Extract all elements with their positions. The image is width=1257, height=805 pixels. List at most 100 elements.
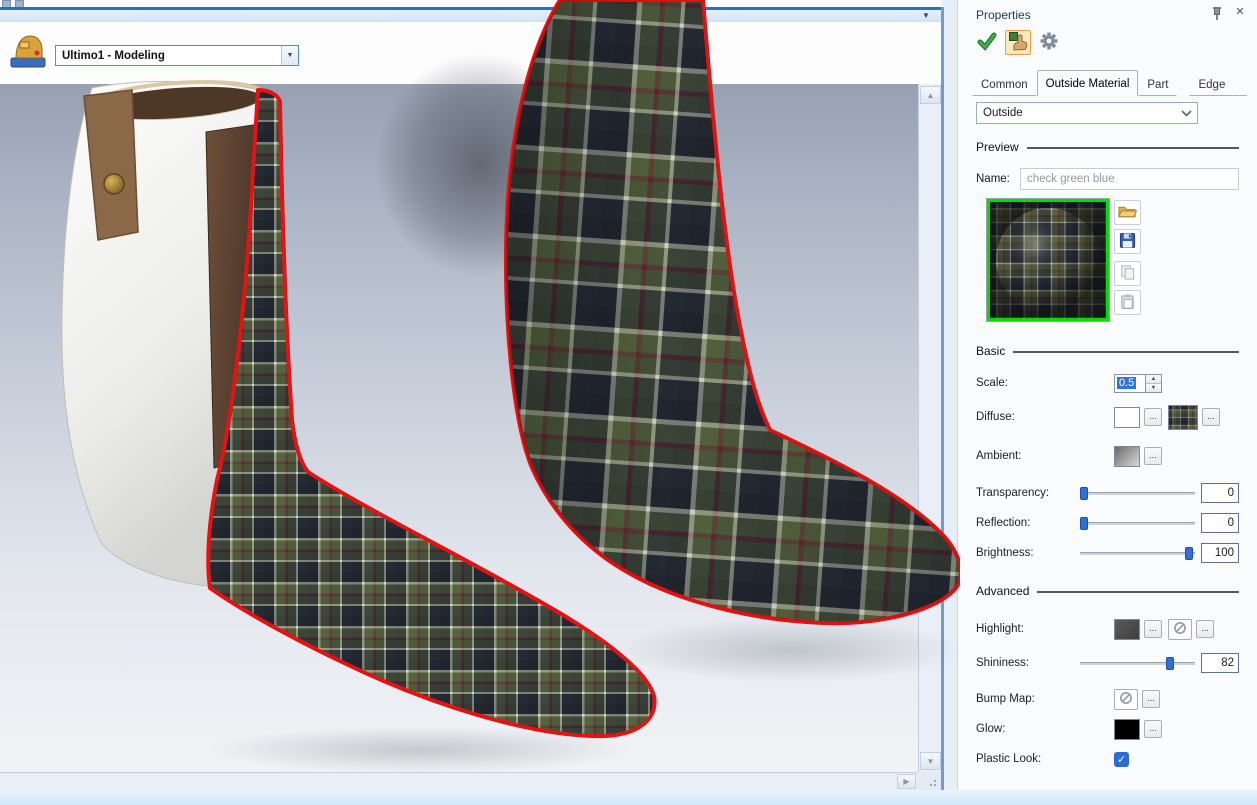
material-target-dropdown[interactable]: Outside — [976, 102, 1198, 124]
bump-map-none-button[interactable] — [1114, 689, 1138, 710]
viewport-area: ▼ Ultimo1 - Modeling ▼ ▲ ▼ ▶ — [0, 0, 944, 790]
tab-outside-material[interactable]: Outside Material — [1037, 70, 1139, 96]
section-rule — [1037, 591, 1239, 593]
shoe-last-tool-icon[interactable] — [8, 28, 48, 75]
transparency-label: Transparency: — [976, 487, 1080, 499]
no-symbol-icon — [1119, 691, 1133, 708]
check-icon — [977, 31, 997, 54]
slider-track — [1080, 552, 1195, 555]
slider-thumb[interactable] — [1080, 487, 1088, 500]
glow-row: Glow: ... — [976, 716, 1239, 742]
highlight-none-button[interactable] — [1168, 619, 1192, 640]
settings-button[interactable] — [1036, 30, 1062, 55]
copy-material-button[interactable] — [1114, 261, 1141, 286]
dropdown-arrow-icon[interactable]: ▼ — [281, 46, 298, 65]
basic-section-label: Basic — [976, 344, 1005, 358]
material-preview-sphere — [990, 202, 1106, 318]
apply-material-hand-icon — [1008, 31, 1028, 54]
application-window: ▼ Ultimo1 - Modeling ▼ ▲ ▼ ▶ — [0, 0, 1257, 805]
basic-section-header: Basic — [976, 344, 1239, 358]
save-material-button[interactable] — [1114, 229, 1141, 254]
brightness-slider[interactable] — [1080, 546, 1195, 561]
slider-thumb[interactable] — [1166, 657, 1174, 670]
slider-thumb[interactable] — [1185, 547, 1193, 560]
diffuse-label: Diffuse: — [976, 411, 1114, 423]
brightness-row: Brightness: 100 — [976, 540, 1239, 566]
copy-icon — [1119, 264, 1136, 284]
apply-ok-button[interactable] — [974, 30, 1000, 55]
spinner-up-icon[interactable]: ▲ — [1146, 375, 1161, 384]
panel-splitter[interactable] — [944, 0, 957, 790]
accent-line — [0, 7, 941, 10]
section-rule — [1013, 351, 1239, 353]
shininess-slider[interactable] — [1080, 656, 1195, 671]
transparency-value[interactable]: 0 — [1201, 483, 1239, 503]
plastic-look-label: Plastic Look: — [976, 753, 1114, 765]
material-preview[interactable] — [986, 198, 1110, 322]
vertical-scrollbar[interactable]: ▲ ▼ — [918, 84, 941, 772]
model-selector-dropdown[interactable]: Ultimo1 - Modeling ▼ — [55, 45, 299, 66]
apply-material-button[interactable] — [1005, 30, 1031, 55]
advanced-section-label: Advanced — [976, 584, 1029, 598]
bump-map-row: Bump Map: ... — [976, 686, 1239, 712]
diffuse-color-browse-button[interactable]: ... — [1144, 408, 1162, 426]
window-top-strip: ▼ — [0, 0, 941, 22]
resize-grip[interactable] — [918, 772, 941, 790]
spinner-down-icon[interactable]: ▼ — [1146, 384, 1161, 392]
brightness-label: Brightness: — [976, 547, 1080, 559]
highlight-browse-button[interactable]: ... — [1144, 620, 1162, 638]
scale-label: Scale: — [976, 377, 1114, 389]
window-frame-border — [941, 7, 944, 790]
highlight-row: Highlight: ... ... — [976, 616, 1239, 642]
scale-row: Scale: 0.5 ▲ ▼ — [976, 370, 1239, 396]
ambient-color-swatch[interactable] — [1114, 446, 1140, 467]
scroll-right-icon: ▶ — [903, 777, 909, 786]
reflection-row: Reflection: 0 — [976, 510, 1239, 536]
material-preview-selected-frame — [987, 199, 1109, 321]
tab-common[interactable]: Common — [972, 74, 1037, 96]
bump-map-browse-button[interactable]: ... — [1142, 690, 1160, 708]
pane-dropdown-arrow-icon[interactable]: ▼ — [916, 10, 936, 22]
transparency-slider[interactable] — [1080, 486, 1195, 501]
highlight-color-swatch[interactable] — [1114, 619, 1140, 640]
reflection-value[interactable]: 0 — [1201, 513, 1239, 533]
paste-material-button[interactable] — [1114, 290, 1141, 315]
reflection-slider[interactable] — [1080, 516, 1195, 531]
scroll-down-button[interactable]: ▼ — [920, 752, 941, 770]
horizontal-scrollbar[interactable]: ▶ — [0, 772, 918, 790]
scroll-up-icon: ▲ — [927, 91, 935, 100]
no-symbol-icon — [1173, 621, 1187, 638]
scroll-right-button[interactable]: ▶ — [897, 774, 916, 789]
shininess-value[interactable]: 82 — [1201, 653, 1239, 673]
glow-browse-button[interactable]: ... — [1144, 720, 1162, 738]
highlight-texture-browse-button[interactable]: ... — [1196, 620, 1214, 638]
open-folder-icon — [1118, 204, 1137, 222]
diffuse-texture-browse-button[interactable]: ... — [1202, 408, 1220, 426]
diffuse-texture-swatch[interactable] — [1168, 405, 1198, 430]
shininess-label: Shininess: — [976, 657, 1080, 669]
material-tabs: Common Outside Material Part Edge — [972, 70, 1247, 96]
scale-input[interactable]: 0.5 — [1114, 374, 1146, 393]
scroll-up-button[interactable]: ▲ — [920, 86, 941, 104]
plastic-look-checkbox[interactable]: ✓ — [1114, 752, 1129, 767]
chevron-down-icon — [1175, 110, 1197, 117]
ambient-row: Ambient: ... — [976, 443, 1239, 469]
material-name-input[interactable] — [1020, 168, 1239, 190]
glow-color-swatch[interactable] — [1114, 719, 1140, 740]
brightness-value[interactable]: 100 — [1201, 543, 1239, 563]
reflection-label: Reflection: — [976, 517, 1080, 529]
tab-part[interactable]: Part — [1138, 74, 1177, 96]
open-material-button[interactable] — [1114, 200, 1141, 225]
pin-icon[interactable] — [1208, 5, 1226, 21]
ambient-label: Ambient: — [976, 450, 1114, 462]
diffuse-color-swatch[interactable] — [1114, 407, 1140, 428]
slider-thumb[interactable] — [1080, 517, 1088, 530]
tab-edge[interactable]: Edge — [1189, 74, 1234, 96]
checkbox-check-icon: ✓ — [1117, 753, 1126, 766]
close-icon[interactable]: ✕ — [1231, 4, 1249, 20]
viewport-canvas[interactable] — [0, 84, 941, 772]
slider-track — [1080, 662, 1195, 665]
scale-spinner[interactable]: ▲ ▼ — [1146, 374, 1162, 393]
bump-map-label: Bump Map: — [976, 693, 1114, 705]
ambient-browse-button[interactable]: ... — [1144, 447, 1162, 465]
